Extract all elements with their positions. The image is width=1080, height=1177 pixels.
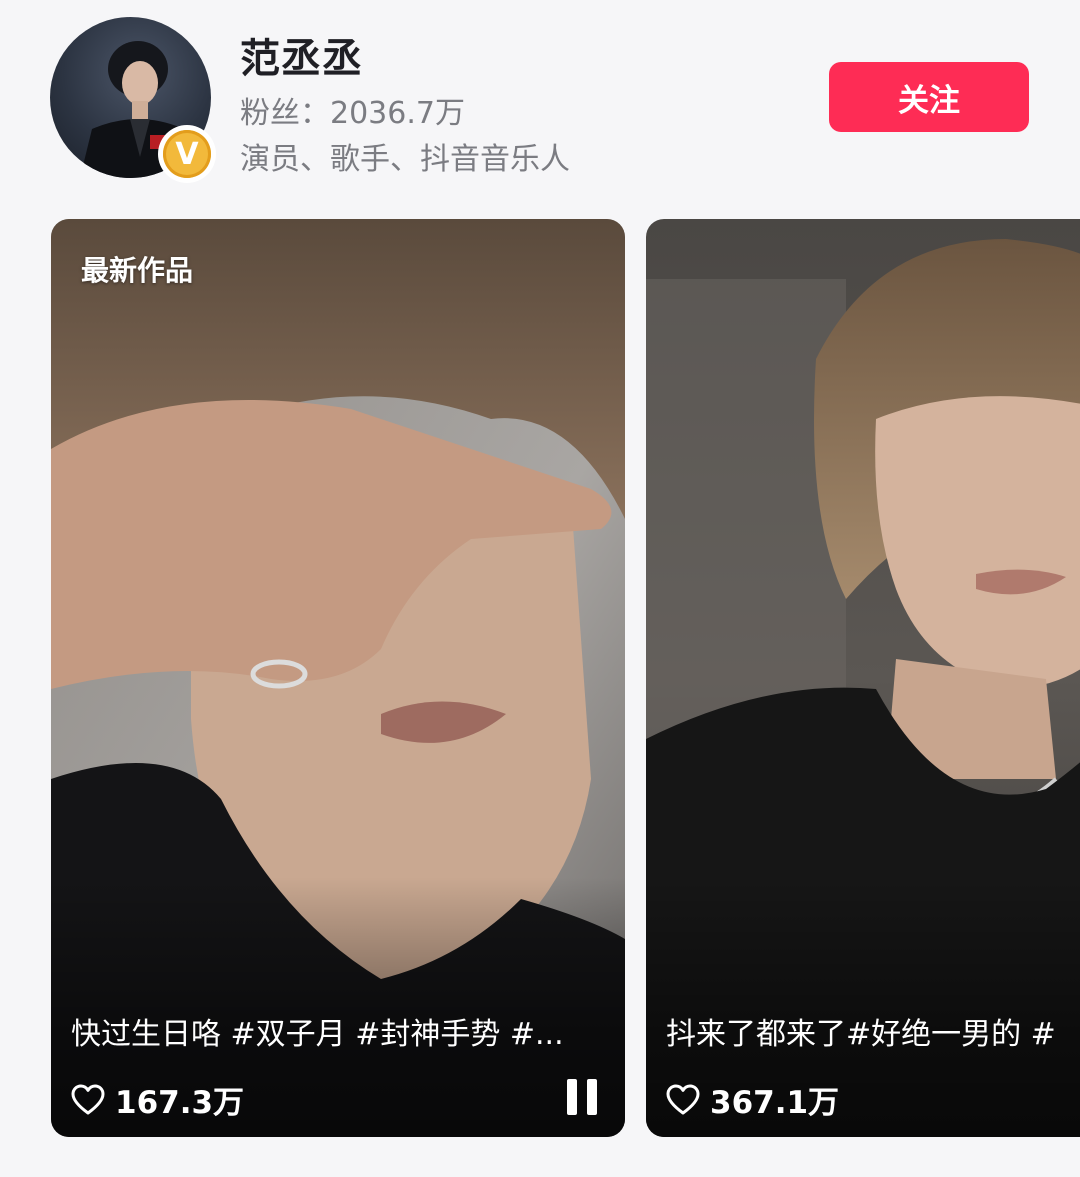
like-count-value: 167.3万 [115, 1085, 245, 1121]
like-count-value: 367.1万 [710, 1085, 840, 1121]
like-count[interactable]: 367.1万 [666, 1077, 839, 1122]
latest-works-badge: 最新作品 [81, 254, 194, 287]
heart-outline-icon [666, 1084, 700, 1114]
video-card[interactable]: 最新作品 快过生日咯 #双子月 #封神手势 #... 167.3万 [51, 219, 625, 1137]
pause-icon[interactable] [565, 1079, 599, 1115]
profile-tags: 演员、歌手、抖音音乐人 [240, 142, 570, 177]
fans-count: 粉丝：2036.7万 [240, 96, 465, 131]
video-caption[interactable]: 快过生日咯 #双子月 #封神手势 #... [71, 1009, 591, 1053]
profile-name: 范丞丞 [240, 36, 363, 82]
like-count[interactable]: 167.3万 [71, 1077, 244, 1122]
verified-v-icon: V [163, 130, 211, 178]
profile-page: V 范丞丞 粉丝：2036.7万 演员、歌手、抖音音乐人 关注 最新作品 快过生… [0, 0, 1080, 1177]
verified-badge: V [158, 125, 216, 183]
heart-outline-icon [71, 1084, 105, 1114]
video-card[interactable]: 抖来了都来了#好绝一男的 # 367.1万 [646, 219, 1080, 1137]
video-caption[interactable]: 抖来了都来了#好绝一男的 # [666, 1009, 1080, 1053]
follow-button[interactable]: 关注 [829, 62, 1029, 132]
